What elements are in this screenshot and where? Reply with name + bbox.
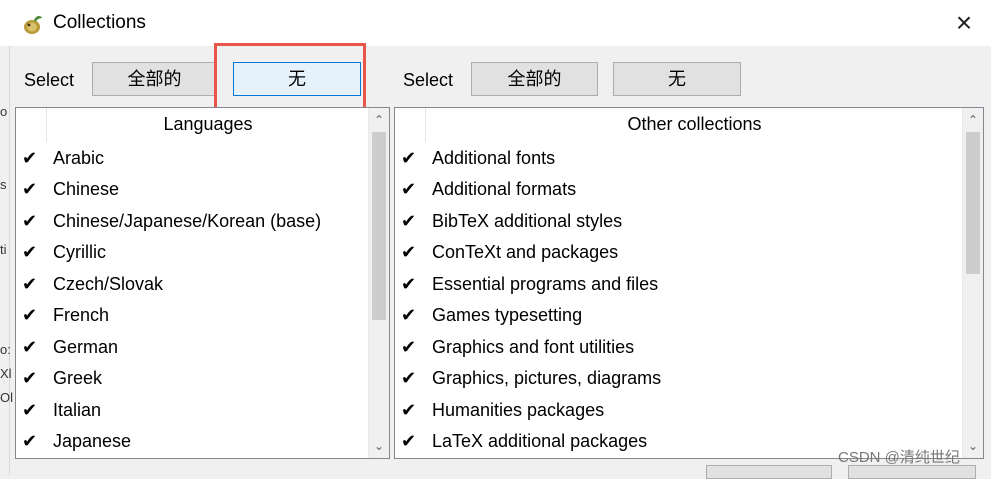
- list-item-label: Humanities packages: [432, 400, 605, 420]
- scroll-down-icon[interactable]: ⌄: [963, 436, 983, 456]
- list-item[interactable]: ✔ Graphics, pictures, diagrams: [395, 365, 963, 396]
- checkmark-icon: ✔: [401, 148, 417, 168]
- list-item-label: Chinese/Japanese/Korean (base): [53, 211, 322, 231]
- list-item-label: Czech/Slovak: [53, 274, 164, 294]
- list-item[interactable]: ✔ Additional formats: [395, 176, 963, 207]
- title-bar: Collections ×: [0, 0, 991, 46]
- scroll-up-icon[interactable]: ⌃: [369, 110, 389, 130]
- list-item-label: ConTeXt and packages: [432, 242, 619, 262]
- list-item[interactable]: ✔ Czech/Slovak: [16, 271, 369, 302]
- left-select-label: Select: [24, 70, 75, 90]
- list-item[interactable]: ✔ Italian: [16, 397, 369, 428]
- scroll-up-icon[interactable]: ⌃: [963, 110, 983, 130]
- checkmark-icon: ✔: [22, 179, 38, 199]
- edge-fragment: o: [0, 104, 8, 119]
- annotation-highlight-box: [214, 43, 366, 111]
- list-item[interactable]: ✔ Graphics and font utilities: [395, 334, 963, 365]
- checkmark-icon: ✔: [22, 305, 38, 325]
- background-window-edge: o s ti o: Xl Ol: [0, 46, 13, 475]
- checkmark-icon: ✔: [401, 431, 417, 451]
- list-item-label: BibTeX additional styles: [432, 211, 623, 231]
- list-item[interactable]: ✔ Cyrillic: [16, 239, 369, 270]
- app-icon: [24, 15, 42, 34]
- list-item[interactable]: ✔ Humanities packages: [395, 397, 963, 428]
- checkmark-icon: ✔: [401, 400, 417, 420]
- list-item-label: Graphics, pictures, diagrams: [432, 368, 662, 388]
- languages-header-label: Languages: [163, 114, 253, 134]
- list-item-label: French: [53, 305, 110, 325]
- languages-list[interactable]: Languages ✔ Arabic ✔ Chinese ✔ Chinese/Japa…: [15, 107, 390, 459]
- watermark-text: CSDN @清纯世纪: [838, 449, 960, 466]
- list-item[interactable]: ✔ ConTeXt and packages: [395, 239, 963, 270]
- checkmark-icon: ✔: [401, 305, 417, 325]
- list-item[interactable]: ✔ Chinese: [16, 176, 369, 207]
- left-select-all-button[interactable]: 全部的: [92, 62, 217, 96]
- list-item-label: Cyrillic: [53, 242, 106, 262]
- list-item-label: Essential programs and files: [432, 274, 659, 294]
- checkmark-icon: ✔: [22, 148, 38, 168]
- list-item[interactable]: ✔ Chinese/Japanese/Korean (base): [16, 208, 369, 239]
- edge-fragment: s: [0, 177, 7, 192]
- other-collections-scrollbar[interactable]: ⌃ ⌄: [962, 108, 983, 458]
- checkmark-icon: ✔: [401, 211, 417, 231]
- other-collections-header-label: Other collections: [627, 114, 762, 134]
- list-item[interactable]: ✔ BibTeX additional styles: [395, 208, 963, 239]
- close-icon[interactable]: ×: [944, 6, 984, 40]
- checkmark-icon: ✔: [401, 337, 417, 357]
- checkmark-icon: ✔: [22, 274, 38, 294]
- list-item[interactable]: ✔ Games typesetting: [395, 302, 963, 333]
- languages-list-header: Languages: [16, 108, 369, 142]
- checkmark-icon: ✔: [22, 211, 38, 231]
- list-item[interactable]: ✔ Japanese: [16, 428, 369, 458]
- checkmark-icon: ✔: [401, 274, 417, 294]
- list-item-label: Japanese: [53, 431, 132, 451]
- scroll-down-icon[interactable]: ⌄: [369, 436, 389, 456]
- edge-fragment: ti: [0, 242, 7, 257]
- list-item-label: German: [53, 337, 119, 357]
- edge-fragment: Ol: [0, 390, 13, 405]
- list-item-label: Chinese: [53, 179, 120, 199]
- checkmark-icon: ✔: [401, 242, 417, 262]
- list-item-label: Additional fonts: [432, 148, 556, 168]
- scrollbar-thumb[interactable]: [372, 132, 386, 320]
- right-select-all-button[interactable]: 全部的: [471, 62, 598, 96]
- footer-button[interactable]: [848, 465, 976, 479]
- checkmark-icon: ✔: [22, 431, 38, 451]
- list-item[interactable]: ✔ Essential programs and files: [395, 271, 963, 302]
- edge-fragment: Xl: [0, 366, 12, 381]
- languages-scrollbar[interactable]: ⌃ ⌄: [368, 108, 389, 458]
- checkmark-icon: ✔: [22, 337, 38, 357]
- footer-button[interactable]: [706, 465, 832, 479]
- checkmark-icon: ✔: [401, 368, 417, 388]
- list-item[interactable]: ✔ German: [16, 334, 369, 365]
- list-item[interactable]: ✔ Greek: [16, 365, 369, 396]
- scrollbar-thumb[interactable]: [966, 132, 980, 274]
- checkmark-icon: ✔: [22, 400, 38, 420]
- list-item-label: Greek: [53, 368, 103, 388]
- window-title: Collections: [53, 12, 146, 33]
- checkmark-icon: ✔: [401, 179, 417, 199]
- checkmark-icon: ✔: [22, 242, 38, 262]
- list-item-label: Arabic: [53, 148, 105, 168]
- right-select-label: Select: [403, 70, 454, 90]
- right-select-none-button[interactable]: 无: [613, 62, 741, 96]
- checkmark-icon: ✔: [22, 368, 38, 388]
- list-item-label: Games typesetting: [432, 305, 583, 325]
- list-item-label: Italian: [53, 400, 102, 420]
- list-item[interactable]: ✔ Arabic: [16, 145, 369, 176]
- list-item[interactable]: ✔ Additional fonts: [395, 145, 963, 176]
- edge-fragment: o:: [0, 342, 11, 357]
- list-item[interactable]: ✔ French: [16, 302, 369, 333]
- list-item-label: Additional formats: [432, 179, 577, 199]
- list-item-label: Graphics and font utilities: [432, 337, 635, 357]
- other-collections-list-header: Other collections: [395, 108, 963, 142]
- other-collections-list[interactable]: Other collections ✔ Additional fonts ✔ Add…: [394, 107, 984, 459]
- list-item-label: LaTeX additional packages: [432, 431, 648, 451]
